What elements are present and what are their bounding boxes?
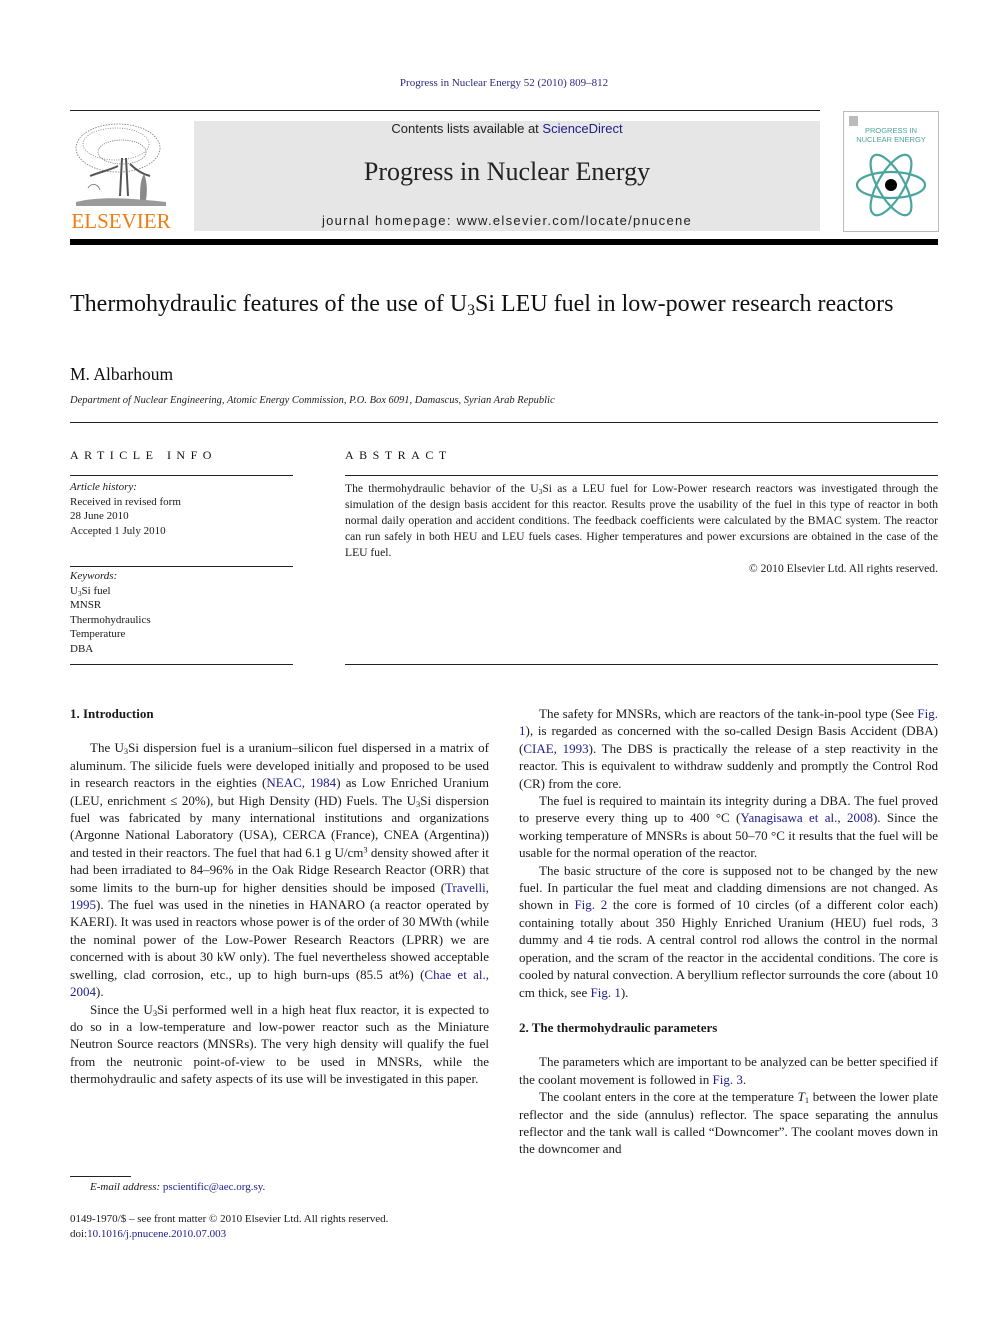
keyword-item: MNSR: [70, 599, 102, 611]
keywords-label: Keywords:: [70, 570, 118, 582]
keyword-item: DBA: [70, 642, 94, 655]
article-history: Article history: Received in revised for…: [70, 480, 181, 538]
paragraph: The fuel is required to maintain its int…: [519, 793, 939, 861]
keyword-item: Temperature: [70, 628, 126, 640]
title-part1: Thermohydraulic features of the use of U: [70, 291, 468, 317]
homepage-label: journal homepage:: [321, 213, 457, 228]
header-thick-rule: [70, 239, 938, 245]
paragraph: The basic structure of the core is suppo…: [519, 862, 938, 1000]
history-label: Article history:: [70, 481, 137, 493]
divider: [70, 422, 938, 423]
paragraph: The coolant enters in the core at the te…: [519, 1089, 938, 1157]
body-column-right: The safety for MNSRs, which are reactors…: [519, 705, 938, 1158]
divider: [70, 566, 293, 567]
keyword-item: U3Si fuel: [70, 584, 111, 598]
section-heading-introduction: 1. Introduction: [70, 706, 154, 721]
history-line: Accepted 1 July 2010: [70, 524, 166, 537]
journal-citation[interactable]: Progress in Nuclear Energy 52 (2010) 809…: [0, 77, 992, 89]
abstract-copyright: © 2010 Elsevier Ltd. All rights reserved…: [748, 562, 938, 575]
elsevier-logo[interactable]: ELSEVIER: [70, 118, 172, 234]
title-part2: Si LEU fuel in low-power research reacto…: [474, 291, 894, 317]
issn-line: 0149-1970/$ – see front matter © 2010 El…: [70, 1213, 389, 1225]
divider: [345, 664, 938, 665]
figure-link[interactable]: Fig. 3: [713, 1072, 743, 1087]
figure-link[interactable]: Fig. 1: [590, 985, 620, 1000]
paragraph: The U3Si dispersion fuel is a uranium–si…: [70, 740, 490, 1000]
journal-cover-thumbnail[interactable]: PROGRESS IN NUCLEAR ENERGY: [843, 111, 939, 232]
journal-homepage: journal homepage: www.elsevier.com/locat…: [194, 213, 820, 228]
paragraph: Since the U3Si performed well in a high …: [70, 1001, 489, 1087]
history-line: 28 June 2010: [70, 510, 129, 522]
author-affiliation: Department of Nuclear Engineering, Atomi…: [70, 395, 555, 406]
keywords: Keywords: U3Si fuel MNSR Thermohydraulic…: [70, 569, 151, 656]
contents-line: Contents lists available at ScienceDirec…: [194, 121, 820, 136]
elsevier-tree-icon: [75, 123, 166, 206]
author-name[interactable]: M. Albarhoum: [70, 364, 173, 385]
journal-name: Progress in Nuclear Energy: [363, 157, 651, 186]
abstract-heading: ABSTRACT: [345, 448, 452, 462]
keyword-item: Thermohydraulics: [70, 613, 151, 626]
divider: [70, 475, 293, 476]
contents-prefix: Contents lists available at: [391, 121, 543, 136]
reference-link[interactable]: CIAE, 1993: [523, 741, 588, 756]
journal-banner: Contents lists available at ScienceDirec…: [194, 121, 820, 231]
doi-line: doi:10.1016/j.pnucene.2010.07.003: [70, 1227, 227, 1240]
cover-publisher-icon: [849, 116, 858, 126]
cover-title-line2: NUCLEAR ENERGY: [856, 135, 926, 144]
divider: [70, 664, 293, 665]
reference-link[interactable]: NEAC, 1984: [266, 775, 336, 790]
email-label: E-mail address:: [90, 1181, 163, 1193]
email-link[interactable]: pscientific@aec.org.sy: [163, 1181, 263, 1193]
homepage-url-link[interactable]: www.elsevier.com/locate/pnucene: [457, 213, 692, 228]
footnote-rule: [70, 1176, 131, 1177]
abstract-body: The thermohydraulic behavior of the U3Si…: [345, 482, 938, 575]
article-info-heading: ARTICLE INFO: [70, 448, 217, 462]
article-title: Thermohydraulic features of the use of U…: [70, 290, 930, 319]
atom-icon: [855, 153, 927, 217]
divider: [345, 475, 938, 476]
reference-link[interactable]: Yanagisawa et al., 2008: [740, 810, 873, 825]
doi-link[interactable]: 10.1016/j.pnucene.2010.07.003: [87, 1228, 226, 1240]
body-column-left: 1. Introduction The U3Si dispersion fuel…: [70, 705, 489, 1088]
section-heading-thermohydraulic-parameters: 2. The thermohydraulic parameters: [519, 1019, 718, 1035]
front-matter: 0149-1970/$ – see front matter © 2010 El…: [70, 1212, 388, 1241]
elsevier-wordmark: ELSEVIER: [71, 209, 171, 233]
paragraph: The safety for MNSRs, which are reactors…: [519, 706, 938, 791]
top-rule: [70, 110, 820, 111]
author-email-footnote: E-mail address: pscientific@aec.org.sy.: [90, 1181, 266, 1193]
cover-title: PROGRESS IN NUCLEAR ENERGY: [844, 126, 938, 144]
history-line: Received in revised form: [70, 495, 181, 508]
sciencedirect-link[interactable]: ScienceDirect: [542, 121, 622, 136]
cover-title-line1: PROGRESS IN: [864, 126, 918, 135]
title-subscript: 3: [467, 301, 475, 319]
paragraph: The parameters which are important to be…: [519, 1054, 938, 1087]
figure-link[interactable]: Fig. 2: [574, 897, 607, 912]
